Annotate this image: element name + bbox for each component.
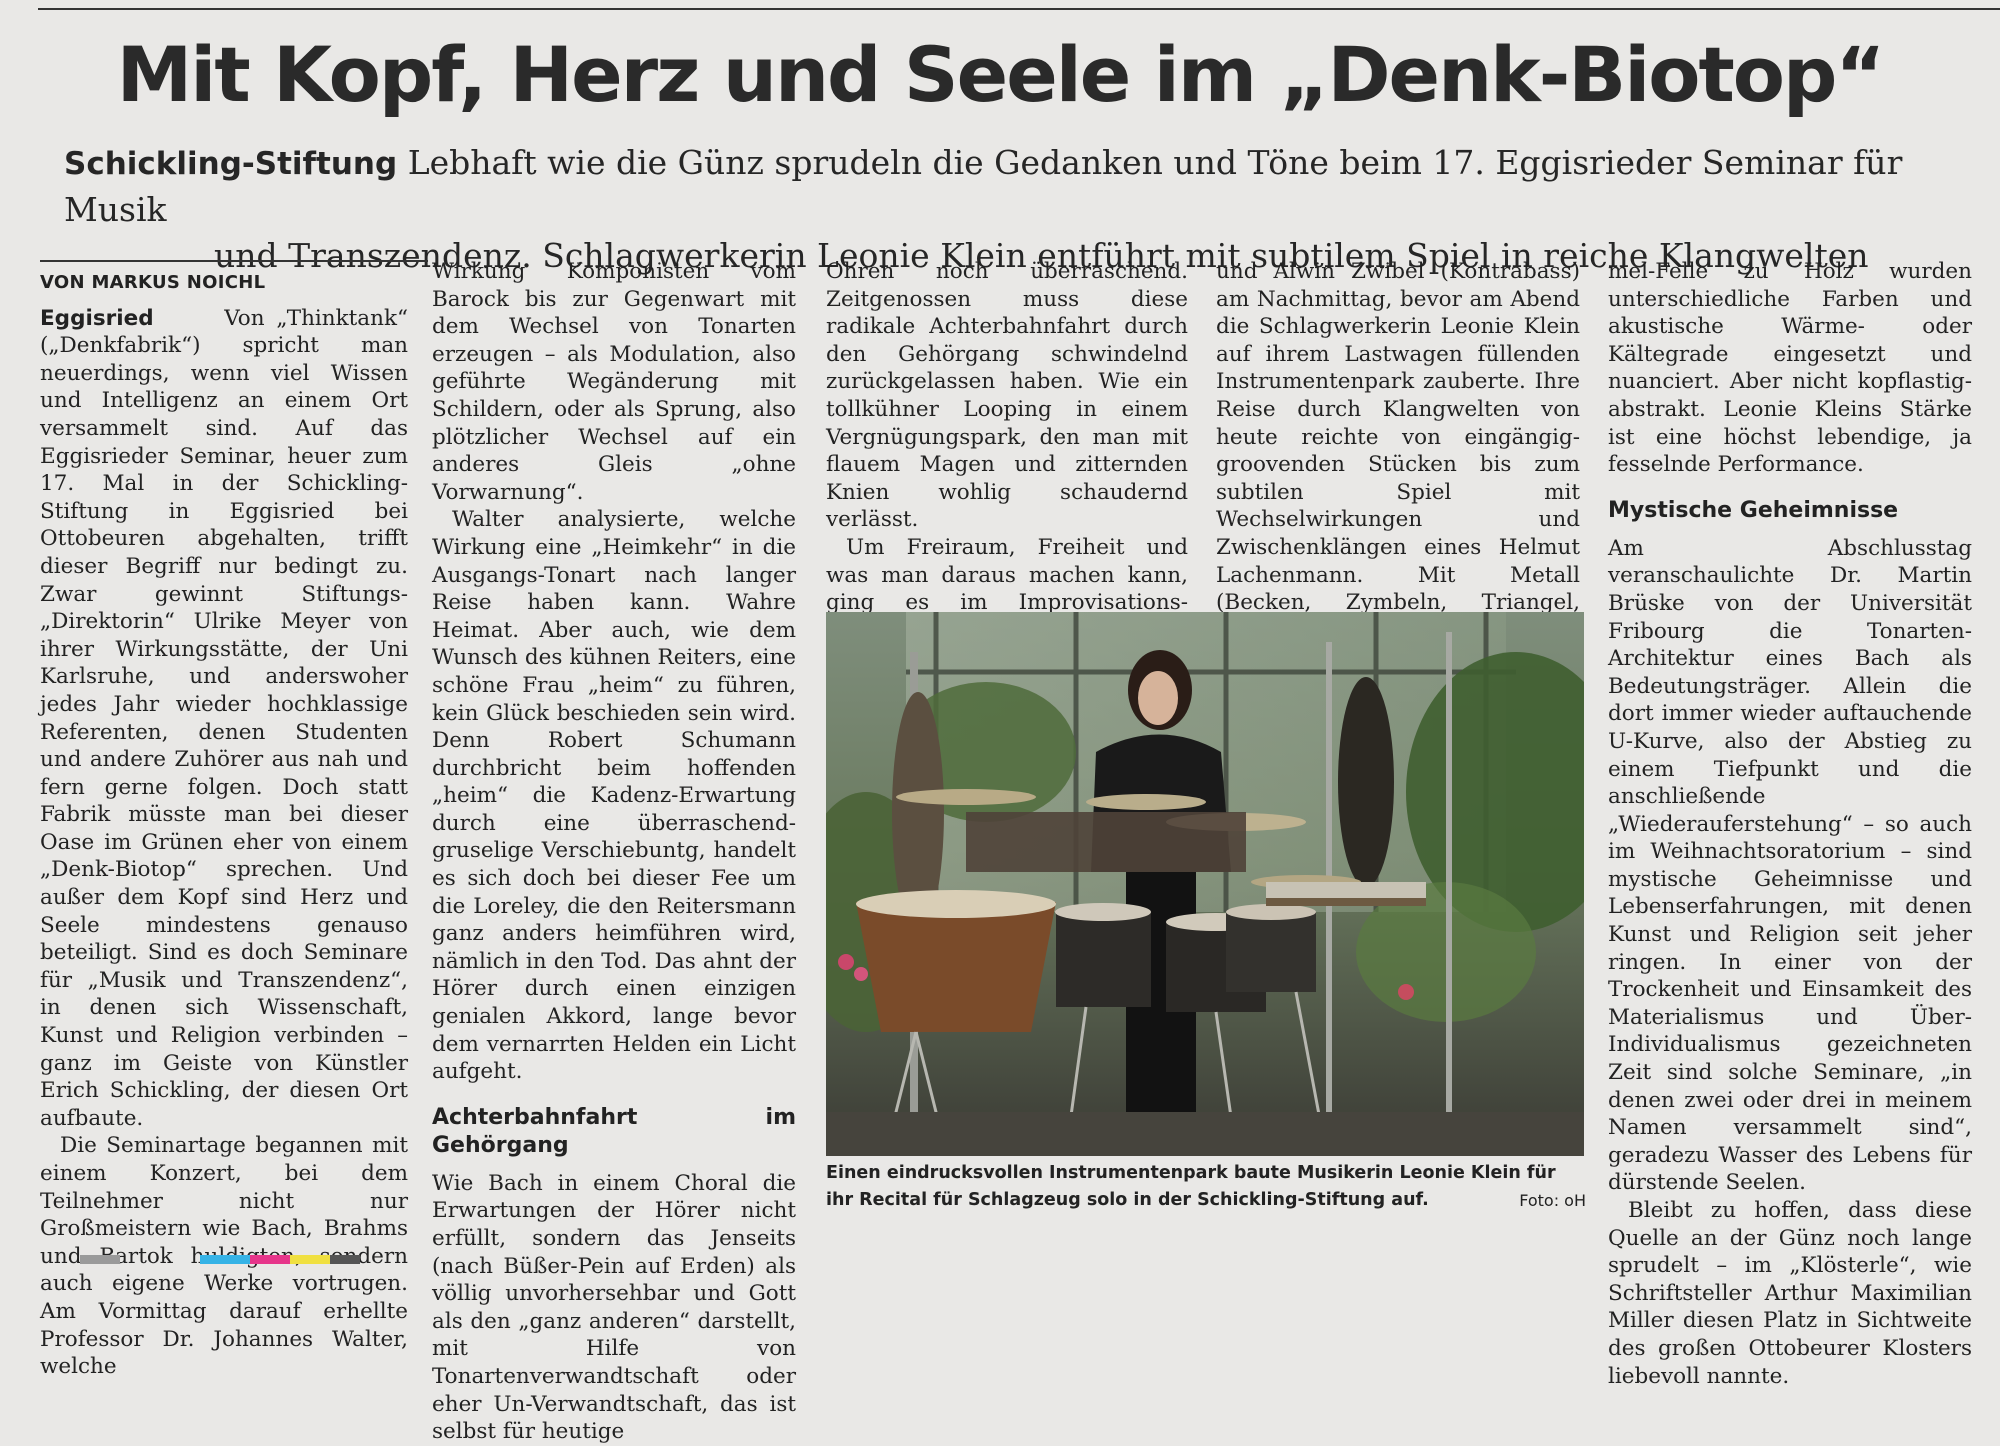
print-mark xyxy=(250,1255,290,1264)
kicker: Schickling-Stiftung xyxy=(64,146,398,182)
dateline: Eggisried xyxy=(40,305,154,331)
print-mark xyxy=(330,1255,360,1264)
paragraph: Am Abschlusstag veranschaulichte Dr. Mar… xyxy=(1608,535,1972,1196)
paragraph: mel-Felle zu Holz wurden unterschiedlich… xyxy=(1608,259,1972,478)
paragraph: Ohren noch überraschend. Zeitgenossen mu… xyxy=(826,259,1188,533)
print-mark xyxy=(200,1255,250,1264)
paragraph: Wie Bach in einem Choral die Erwartungen… xyxy=(432,1170,796,1445)
photo-illustration xyxy=(826,612,1584,1156)
top-rule xyxy=(38,8,2000,10)
article-column-4: und Alwin Zwibel (Kontrabass) am Nachmit… xyxy=(1216,258,1580,644)
article-column-2: Wirkung Komponisten vom Barock bis zur G… xyxy=(432,258,796,1446)
paragraph: Eggisried Von „Thinktank“ („Denkfabrik“)… xyxy=(40,305,408,1133)
section-heading: Mystische Geheimnisse xyxy=(1608,497,1899,523)
article-column-5: mel-Felle zu Holz wurden unterschiedlich… xyxy=(1608,258,1972,1390)
paragraph: Walter analysierte, welche Wirkung eine … xyxy=(432,507,796,1085)
caption-text: Einen eindrucksvollen Instrumentenpark b… xyxy=(826,1163,1556,1210)
print-mark xyxy=(290,1255,330,1264)
headline: Mit Kopf, Herz und Seele im „Denk-Biotop… xyxy=(116,30,1886,119)
byline: VON MARKUS NOICHL xyxy=(40,260,428,297)
section-heading: Achterbahnfahrt im Gehörgang xyxy=(432,1104,796,1158)
percussionist-photo xyxy=(826,612,1584,1156)
photo-caption: Einen eindrucksvollen Instrumentenpark b… xyxy=(826,1160,1586,1214)
print-mark xyxy=(80,1255,120,1264)
paragraph: Bleibt zu hoffen, dass diese Quelle an d… xyxy=(1608,1198,1972,1389)
photo-credit: Foto: oH xyxy=(1519,1191,1586,1210)
paragraph: und Alwin Zwibel (Kontrabass) am Nachmit… xyxy=(1216,259,1580,643)
newspaper-page: Mit Kopf, Herz und Seele im „Denk-Biotop… xyxy=(0,0,2000,1444)
article-column-3: Ohren noch überraschend. Zeitgenossen mu… xyxy=(826,258,1188,672)
paragraph-text: Von „Thinktank“ („Denkfabrik“) spricht m… xyxy=(40,305,408,1131)
article-column-1: VON MARKUS NOICHL Eggisried Von „Thinkta… xyxy=(40,260,428,1381)
paragraph: Wirkung Komponisten vom Barock bis zur G… xyxy=(432,259,796,505)
